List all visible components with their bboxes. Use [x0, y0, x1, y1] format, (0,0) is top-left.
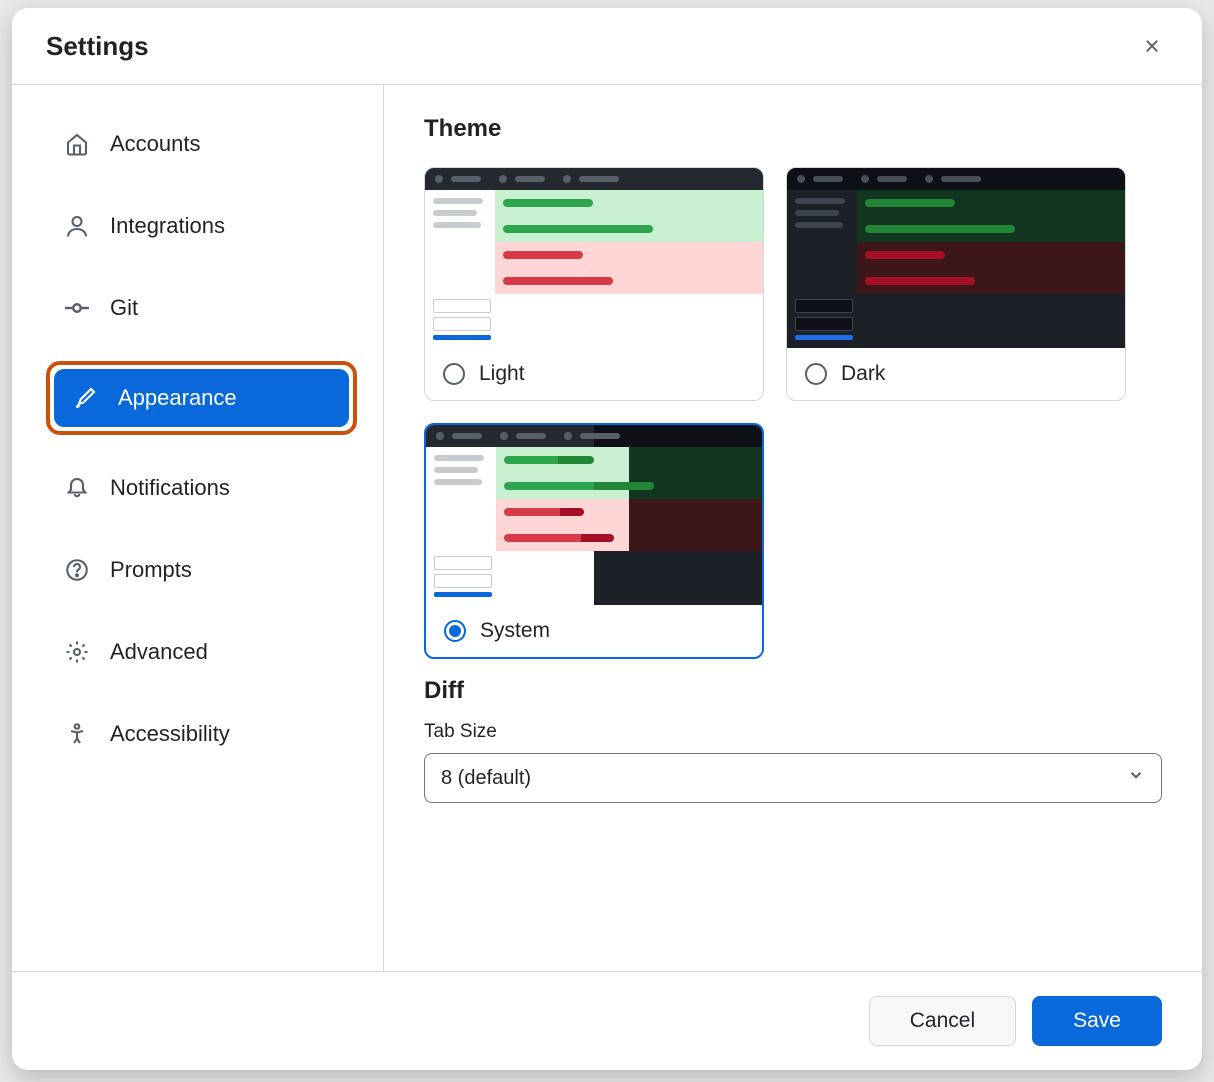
modal-body: Accounts Integrations Git A — [12, 85, 1202, 971]
home-icon — [64, 131, 90, 157]
git-commit-icon — [64, 295, 90, 321]
settings-content: Theme — [384, 85, 1202, 971]
sidebar-item-label: Advanced — [110, 639, 208, 665]
chevron-down-icon — [1127, 766, 1145, 790]
modal-footer: Cancel Save — [12, 971, 1202, 1070]
sidebar-item-label: Notifications — [110, 475, 230, 501]
close-icon — [1142, 36, 1162, 56]
theme-label: Light — [479, 362, 525, 386]
theme-option-dark[interactable]: Dark — [786, 167, 1126, 401]
cancel-button[interactable]: Cancel — [869, 996, 1016, 1046]
theme-label: Dark — [841, 362, 885, 386]
save-button[interactable]: Save — [1032, 996, 1162, 1046]
sidebar-item-advanced[interactable]: Advanced — [46, 623, 357, 681]
settings-sidebar: Accounts Integrations Git A — [12, 85, 384, 971]
theme-heading: Theme — [424, 115, 1162, 143]
bell-icon — [64, 475, 90, 501]
sidebar-item-prompts[interactable]: Prompts — [46, 541, 357, 599]
gear-icon — [64, 639, 90, 665]
theme-option-system[interactable]: System — [424, 423, 764, 659]
sidebar-item-label: Accessibility — [110, 721, 230, 747]
sidebar-item-label: Integrations — [110, 213, 225, 239]
theme-label: System — [480, 619, 550, 643]
accessibility-icon — [64, 721, 90, 747]
settings-modal: Settings Accounts Integrations — [12, 8, 1202, 1070]
theme-preview-dark — [787, 168, 1125, 348]
sidebar-item-notifications[interactable]: Notifications — [46, 459, 357, 517]
modal-header: Settings — [12, 8, 1202, 85]
sidebar-item-integrations[interactable]: Integrations — [46, 197, 357, 255]
diff-heading: Diff — [424, 677, 1162, 705]
theme-preview-light — [425, 168, 763, 348]
tab-size-select[interactable]: 8 (default) — [424, 753, 1162, 803]
person-icon — [64, 213, 90, 239]
radio-system[interactable] — [444, 620, 466, 642]
tab-size-value: 8 (default) — [441, 767, 531, 790]
modal-title: Settings — [46, 31, 149, 62]
sidebar-item-label: Prompts — [110, 557, 192, 583]
sidebar-item-appearance[interactable]: Appearance — [54, 369, 349, 427]
question-icon — [64, 557, 90, 583]
sidebar-item-git[interactable]: Git — [46, 279, 357, 337]
sidebar-item-accounts[interactable]: Accounts — [46, 115, 357, 173]
radio-light[interactable] — [443, 363, 465, 385]
theme-options: Light — [424, 167, 1162, 659]
sidebar-item-label: Git — [110, 295, 138, 321]
sidebar-item-label: Accounts — [110, 131, 201, 157]
theme-option-light[interactable]: Light — [424, 167, 764, 401]
sidebar-item-label: Appearance — [118, 385, 237, 411]
sidebar-item-accessibility[interactable]: Accessibility — [46, 705, 357, 763]
theme-preview-system — [426, 425, 762, 605]
close-button[interactable] — [1136, 30, 1168, 62]
tab-size-label: Tab Size — [424, 721, 1162, 743]
radio-dark[interactable] — [805, 363, 827, 385]
paintbrush-icon — [72, 385, 98, 411]
sidebar-item-highlight: Appearance — [46, 361, 357, 435]
